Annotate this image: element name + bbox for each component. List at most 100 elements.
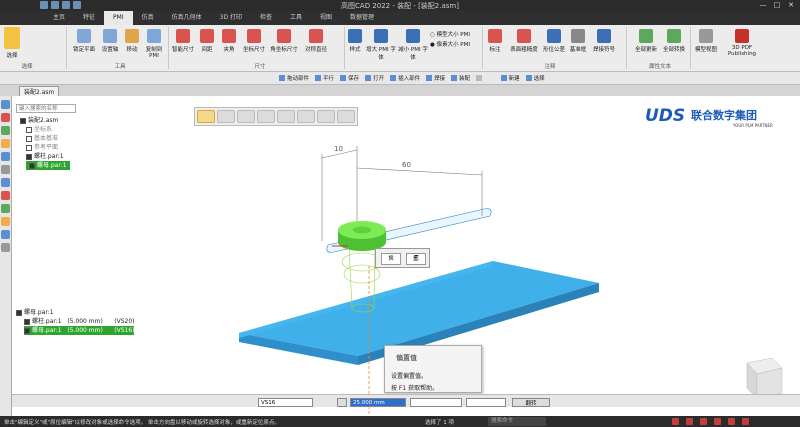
sensor-icon[interactable]	[1, 139, 10, 148]
dimension-label-60[interactable]: 60	[402, 161, 411, 169]
datum-frame-button[interactable]: 基准框	[566, 29, 590, 53]
properties-icon[interactable]	[1, 165, 10, 174]
set-axis-button[interactable]: 设置轴	[98, 29, 122, 53]
open-button[interactable]: 打开	[365, 74, 384, 82]
command-search-input[interactable]: 搜索命令	[488, 417, 546, 426]
assembly-icon[interactable]	[1, 100, 10, 109]
layer-icon[interactable]	[1, 126, 10, 135]
tab-sim-geometry[interactable]: 仿真几何体	[163, 11, 211, 25]
tree-item-nut[interactable]: 螺母.par:1	[26, 161, 70, 170]
library-icon[interactable]	[1, 113, 10, 122]
copy-popup-button[interactable]: 🗐	[406, 253, 426, 265]
increase-pmi-font-button[interactable]: 增大 PMI 字体	[366, 29, 396, 61]
update-all-button[interactable]: 全部更新	[632, 29, 660, 53]
copy-view-icon[interactable]	[217, 110, 235, 123]
minimize-button[interactable]: —	[756, 0, 770, 10]
tab-3d-print[interactable]: 3D 打印	[211, 11, 251, 25]
angle-button[interactable]: 夹角	[220, 29, 238, 53]
visibility-checkbox[interactable]	[26, 126, 32, 133]
tree-item-coordsys[interactable]: 坐标系	[26, 125, 52, 134]
family-icon[interactable]	[1, 178, 10, 187]
tab-features[interactable]: 特征	[74, 11, 104, 25]
options-icon[interactable]	[297, 110, 315, 123]
smart-dimension-button[interactable]: 智能尺寸	[170, 29, 196, 53]
edit-definition-icon[interactable]	[197, 110, 215, 123]
dropdown-2[interactable]	[466, 398, 506, 407]
copy-to-pmi-button[interactable]: 复制到PMI	[142, 29, 166, 59]
select-button-ctx[interactable]: 选择	[525, 74, 545, 82]
tab-tools[interactable]: 工具	[281, 11, 311, 25]
view-orient-icon[interactable]	[728, 418, 735, 425]
tree-item-reference-planes[interactable]: 参考平面	[26, 143, 58, 152]
part-list-header[interactable]: 螺母.par:1	[16, 308, 54, 317]
replace-popup-button[interactable]: 换	[381, 253, 401, 265]
relations-icon[interactable]	[1, 204, 10, 213]
rotate-icon[interactable]	[700, 418, 707, 425]
part-size-field[interactable]	[258, 398, 313, 407]
convert-all-button[interactable]: 全部转换	[660, 29, 688, 53]
offset-value-field[interactable]	[350, 398, 406, 407]
tab-inspect[interactable]: 检查	[251, 11, 281, 25]
display-icon[interactable]	[1, 243, 10, 252]
error-icon[interactable]	[1, 191, 10, 200]
dropdown-1[interactable]	[410, 398, 462, 407]
explode-icon[interactable]	[1, 230, 10, 239]
decrease-pmi-font-button[interactable]: 减小 PMI 字体	[398, 29, 428, 61]
view-cube[interactable]	[746, 357, 783, 400]
flip-button[interactable]: 翻转	[512, 398, 550, 407]
display-options-icon[interactable]	[317, 110, 335, 123]
tab-pmi[interactable]: PMI	[104, 11, 133, 25]
tab-data-management[interactable]: 数据管理	[341, 11, 383, 25]
model-size-pmi-option[interactable]: ○ 模型大小 PMI	[430, 30, 480, 38]
new-button[interactable]: 新建	[500, 74, 520, 82]
render-icon[interactable]	[742, 418, 749, 425]
maximize-button[interactable]: □	[770, 0, 784, 10]
style-button[interactable]: 样式	[346, 29, 364, 53]
coordinate-dimension-button[interactable]: 坐标尺寸	[240, 29, 268, 53]
visibility-checkbox[interactable]	[29, 162, 35, 169]
tree-search-input[interactable]	[16, 104, 76, 113]
close-button[interactable]: ✕	[784, 0, 798, 10]
tab-home[interactable]: 主页	[44, 11, 74, 25]
angular-coordinate-button[interactable]: 角坐标尺寸	[268, 29, 300, 53]
checkbox[interactable]	[24, 318, 30, 325]
tab-view[interactable]: 视图	[311, 11, 341, 25]
part-list-row-selected[interactable]: 螺母.par:1 (5.000 mm) (VS16)	[24, 326, 135, 335]
weld-button[interactable]: 焊接	[426, 74, 445, 82]
lock-plane-button[interactable]: 锁定平面	[70, 29, 98, 53]
visibility-checkbox[interactable]	[20, 117, 26, 124]
relationship-icon[interactable]	[237, 110, 255, 123]
tree-item-basic-datum[interactable]: 基本基准	[26, 134, 58, 143]
pixel-size-pmi-option[interactable]: ● 像素大小 PMI	[430, 40, 480, 48]
dimension-label-10[interactable]: 10	[334, 145, 343, 153]
zoom-icon[interactable]	[672, 418, 679, 425]
checkbox[interactable]	[16, 309, 22, 316]
tree-item-bolt[interactable]: 螺柱.par:1	[26, 152, 64, 161]
view-icon[interactable]	[1, 152, 10, 161]
settings-icon[interactable]	[337, 110, 355, 123]
insert-part-button[interactable]: 插入部件	[390, 74, 420, 82]
parallel-button[interactable]: 平行	[315, 74, 334, 82]
replace-icon[interactable]	[277, 110, 295, 123]
drag-part-button[interactable]: 拖动部件	[279, 74, 309, 82]
3d-pdf-publishing-button[interactable]: 3D PDF Publishing	[722, 29, 762, 57]
symmetric-diameter-button[interactable]: 对称直径	[302, 29, 330, 53]
tree-item-root[interactable]: 装配2.asm	[20, 116, 58, 125]
surface-roughness-button[interactable]: 表面粗糙度	[508, 29, 540, 53]
weld-symbol-button[interactable]: 焊接符号	[590, 29, 618, 53]
tab-simulation[interactable]: 仿真	[133, 11, 163, 25]
assemble-button[interactable]: 装配	[451, 74, 470, 82]
fit-icon[interactable]	[714, 418, 721, 425]
pan-icon[interactable]	[686, 418, 693, 425]
distance-button[interactable]: 间距	[198, 29, 216, 53]
gdt-button[interactable]: 形位公差	[540, 29, 568, 53]
visibility-checkbox[interactable]	[26, 144, 32, 151]
save-button[interactable]: 保存	[340, 74, 359, 82]
select-button[interactable]: 选择	[2, 27, 22, 59]
offset-icon[interactable]	[337, 398, 347, 407]
camera-icon[interactable]	[1, 217, 10, 226]
callout-button[interactable]: 标注	[486, 29, 504, 53]
model-view-button[interactable]: 模型视图	[692, 29, 720, 53]
checkbox[interactable]	[24, 327, 30, 334]
document-tab[interactable]: 装配2.asm	[19, 86, 60, 96]
